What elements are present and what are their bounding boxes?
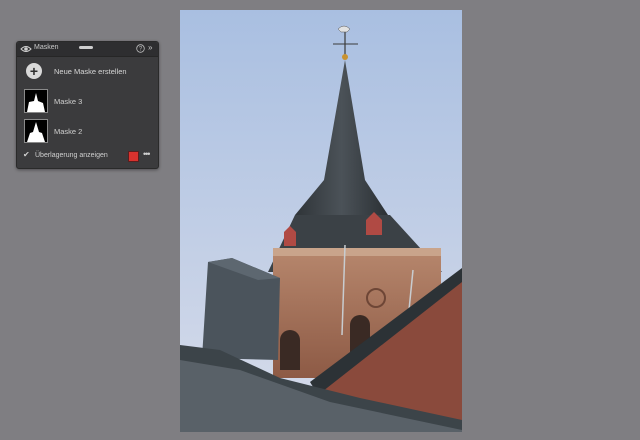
mask-thumbnail	[24, 119, 48, 143]
mask-thumbnail	[24, 89, 48, 113]
overlay-toggle-row[interactable]: ✔ Überlagerung anzeigen •••	[17, 149, 158, 164]
mask-label: Maske 2	[54, 127, 83, 136]
photo-canvas[interactable]	[180, 10, 462, 432]
help-icon[interactable]: ?	[136, 44, 145, 53]
collapse-icon[interactable]: »	[148, 43, 152, 52]
eye-icon[interactable]	[20, 44, 32, 54]
drag-handle[interactable]	[79, 46, 93, 49]
add-mask-button[interactable]: +	[26, 63, 42, 79]
checkmark-icon[interactable]: ✔	[23, 150, 30, 159]
panel-title: Masken	[34, 44, 59, 51]
add-mask-label[interactable]: Neue Maske erstellen	[54, 67, 127, 76]
mask-item-maske-2[interactable]: Maske 2	[24, 119, 158, 143]
church-tower-photo	[180, 10, 462, 432]
mask-label: Maske 3	[54, 97, 83, 106]
mask-item-maske-3[interactable]: Maske 3	[24, 89, 158, 113]
overlay-color-swatch[interactable]	[128, 151, 139, 162]
masks-panel: Masken ? » + Neue Maske erstellen Maske …	[16, 41, 159, 169]
panel-header[interactable]: Masken ? »	[17, 42, 158, 57]
more-icon[interactable]: •••	[143, 149, 151, 159]
plus-icon: +	[29, 63, 39, 79]
overlay-label: Überlagerung anzeigen	[35, 152, 108, 159]
